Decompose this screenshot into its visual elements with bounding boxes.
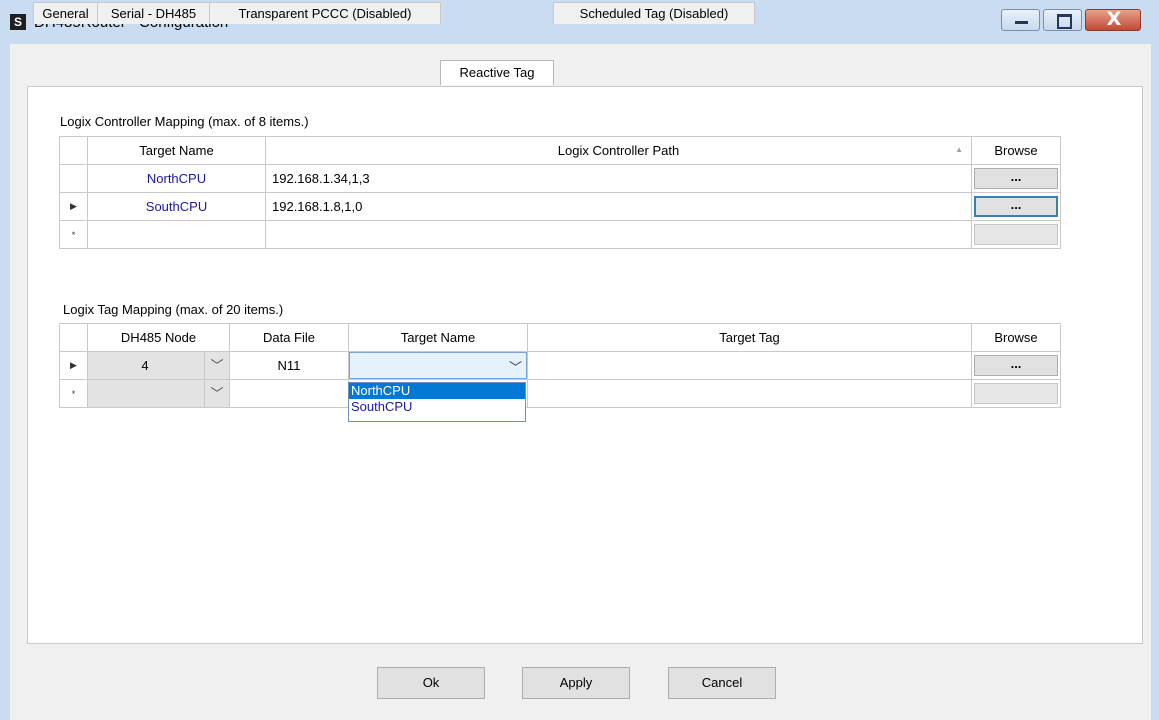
tab-transparent-pccc[interactable]: Transparent PCCC (Disabled) — [209, 2, 441, 24]
dh485-node-cell: ﹀ — [87, 379, 230, 408]
controller-path-cell[interactable]: 192.168.1.8,1,0 — [265, 192, 972, 221]
dropdown-option-northcpu[interactable]: NorthCPU — [349, 383, 525, 399]
browse-cell — [971, 220, 1061, 249]
target-tag-cell[interactable] — [527, 351, 972, 380]
row-header[interactable] — [59, 164, 88, 193]
browse-button[interactable]: ... — [974, 196, 1058, 217]
browse-cell: ... — [971, 164, 1061, 193]
dropdown-option-southcpu[interactable]: SouthCPU — [349, 399, 525, 415]
new-row[interactable]: * ﹀ — [59, 379, 1061, 408]
browse-button[interactable]: ... — [974, 168, 1058, 189]
row-header-corner — [59, 136, 88, 165]
current-row-indicator-icon[interactable]: ▶ — [59, 351, 88, 380]
browse-button-disabled — [974, 383, 1058, 404]
window-frame-left — [0, 0, 10, 720]
table-row[interactable]: NorthCPU 192.168.1.34,1,3 ... — [59, 164, 1061, 193]
target-tag-cell[interactable] — [527, 379, 972, 408]
target-name-combo[interactable]: ﹀ — [349, 352, 527, 379]
maximize-button[interactable] — [1043, 9, 1082, 31]
column-header-data-file[interactable]: Data File — [229, 323, 349, 352]
browse-button-disabled — [974, 224, 1058, 245]
controller-path-cell[interactable] — [265, 220, 972, 249]
tab-scheduled-tag[interactable]: Scheduled Tag (Disabled) — [553, 2, 755, 24]
dh485-node-cell: 4 ﹀ — [87, 351, 230, 380]
target-name-cell[interactable]: NorthCPU — [87, 164, 266, 193]
app-icon: S — [10, 14, 26, 30]
browse-button[interactable]: ... — [974, 355, 1058, 376]
maximize-icon — [1057, 14, 1072, 29]
table-header-row: DH485 Node Data File Target Name Target … — [59, 323, 1061, 352]
cancel-button[interactable]: Cancel — [668, 667, 776, 699]
column-header-dh485-node[interactable]: DH485 Node — [87, 323, 230, 352]
minimize-icon — [1015, 21, 1028, 24]
browse-cell — [971, 379, 1061, 408]
chevron-down-icon[interactable]: ﹀ — [204, 380, 229, 407]
new-row[interactable]: * — [59, 220, 1061, 249]
column-header-browse[interactable]: Browse — [971, 323, 1061, 352]
minimize-button[interactable] — [1001, 9, 1040, 31]
chevron-down-icon[interactable]: ﹀ — [509, 357, 522, 376]
tab-reactive-tag[interactable]: Reactive Tag — [440, 60, 554, 85]
row-header-corner — [59, 323, 88, 352]
browse-cell: ... — [971, 192, 1061, 221]
column-header-target-name[interactable]: Target Name — [87, 136, 266, 165]
tag-mapping-label: Logix Tag Mapping (max. of 20 items.) — [63, 302, 284, 317]
tag-mapping-table: DH485 Node Data File Target Name Target … — [59, 323, 1061, 408]
apply-button[interactable]: Apply — [522, 667, 630, 699]
browse-cell: ... — [971, 351, 1061, 380]
column-header-controller-path[interactable]: Logix Controller Path ▲ — [265, 136, 972, 165]
table-row[interactable]: ▶ 4 ﹀ N11 ﹀ ... — [59, 351, 1061, 380]
column-header-controller-path-label: Logix Controller Path — [557, 143, 680, 158]
sort-ascending-icon: ▲ — [955, 145, 963, 154]
tab-general[interactable]: General — [33, 2, 98, 24]
controller-mapping-label: Logix Controller Mapping (max. of 8 item… — [60, 114, 309, 129]
dh485-node-combo[interactable]: 4 ﹀ — [88, 352, 229, 379]
close-icon: X — [1106, 8, 1122, 30]
close-button[interactable]: X — [1085, 8, 1141, 31]
dh485-node-combo[interactable]: ﹀ — [88, 380, 229, 407]
table-row[interactable]: ▶ SouthCPU 192.168.1.8,1,0 ... — [59, 192, 1061, 221]
column-header-browse[interactable]: Browse — [971, 136, 1061, 165]
target-name-dropdown-list: NorthCPU SouthCPU — [348, 382, 526, 422]
target-name-cell[interactable] — [87, 220, 266, 249]
column-header-target-tag[interactable]: Target Tag — [527, 323, 972, 352]
chevron-down-icon[interactable]: ﹀ — [204, 352, 229, 379]
new-row-indicator-icon[interactable]: * — [59, 379, 88, 408]
column-header-target-name[interactable]: Target Name — [348, 323, 528, 352]
tab-serial-dh485[interactable]: Serial - DH485 — [97, 2, 210, 24]
controller-mapping-table: Target Name Logix Controller Path ▲ Brows… — [59, 136, 1061, 249]
target-name-cell[interactable]: SouthCPU — [87, 192, 266, 221]
ok-button[interactable]: Ok — [377, 667, 485, 699]
target-name-cell: ﹀ — [348, 351, 528, 380]
current-row-indicator-icon[interactable]: ▶ — [59, 192, 88, 221]
new-row-indicator-icon[interactable]: * — [59, 220, 88, 249]
controller-path-cell[interactable]: 192.168.1.34,1,3 — [265, 164, 972, 193]
configuration-window: S DH485Router - Configuration X General … — [0, 0, 1159, 720]
window-frame-right — [1151, 0, 1159, 720]
data-file-cell[interactable] — [229, 379, 349, 408]
table-header-row: Target Name Logix Controller Path ▲ Brows… — [59, 136, 1061, 165]
data-file-cell[interactable]: N11 — [229, 351, 349, 380]
dh485-node-value: 4 — [141, 358, 149, 373]
